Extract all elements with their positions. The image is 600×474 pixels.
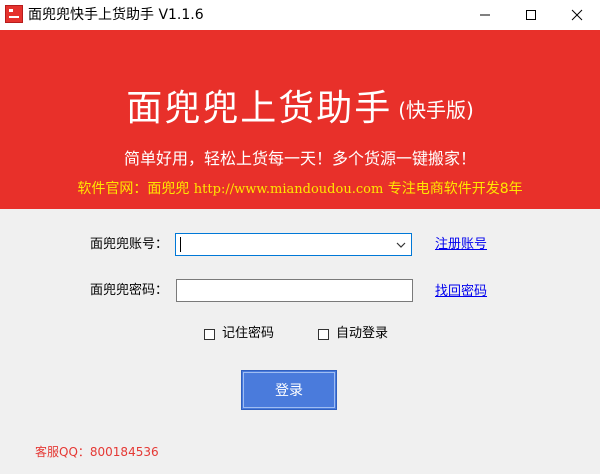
checkbox-box[interactable] xyxy=(318,328,329,340)
auto-login-checkbox[interactable]: 自动登录 xyxy=(318,325,388,343)
checkbox-box[interactable] xyxy=(204,328,215,340)
banner-title: 面兜兜上货助手 (快手版) xyxy=(0,87,600,132)
login-button[interactable]: 登录 xyxy=(241,370,337,410)
app-logo-icon xyxy=(5,5,23,23)
window-title: 面兜兜快手上货助手 V1.1.6 xyxy=(28,7,204,23)
account-label: 面兜兜账号： xyxy=(90,237,169,252)
close-icon xyxy=(571,9,583,21)
website-suffix: 专注电商软件开发8年 xyxy=(387,181,523,197)
auto-login-label: 自动登录 xyxy=(336,326,389,341)
account-input[interactable] xyxy=(176,234,386,255)
password-field[interactable] xyxy=(176,279,413,302)
account-dropdown-button[interactable] xyxy=(391,234,411,255)
password-input[interactable] xyxy=(177,280,412,301)
banner: 面兜兜上货助手 (快手版) 简单好用，轻松上货每一天！多个货源一键搬家！ 软件官网… xyxy=(0,30,600,209)
text-caret xyxy=(180,237,181,252)
banner-title-sub: (快手版) xyxy=(398,98,474,122)
maximize-button[interactable] xyxy=(508,0,554,30)
remember-password-label: 记住密码 xyxy=(222,326,275,341)
minimize-button[interactable] xyxy=(462,0,508,30)
remember-password-checkbox[interactable]: 记住密码 xyxy=(204,325,274,343)
password-label: 面兜兜密码： xyxy=(90,283,169,298)
website-url: http://www.miandoudou.com xyxy=(193,182,384,197)
website-prefix: 软件官网：面兜兜 xyxy=(77,181,190,197)
find-password-link[interactable]: 找回密码 xyxy=(435,283,487,301)
register-link[interactable]: 注册账号 xyxy=(435,236,487,254)
banner-slogan: 简单好用，轻松上货每一天！多个货源一键搬家！ xyxy=(123,149,476,168)
banner-website: 软件官网：面兜兜 http://www.miandoudou.com 专注电商软… xyxy=(0,179,600,200)
title-bar[interactable]: 面兜兜快手上货助手 V1.1.6 xyxy=(0,0,600,30)
account-combobox[interactable] xyxy=(175,233,412,256)
chevron-down-icon xyxy=(396,242,406,248)
close-button[interactable] xyxy=(554,0,600,30)
maximize-icon xyxy=(526,10,536,20)
minimize-icon xyxy=(480,14,490,16)
banner-title-main: 面兜兜上货助手 xyxy=(126,88,393,129)
customer-service-qq: 客服QQ：800184536 xyxy=(35,445,159,459)
